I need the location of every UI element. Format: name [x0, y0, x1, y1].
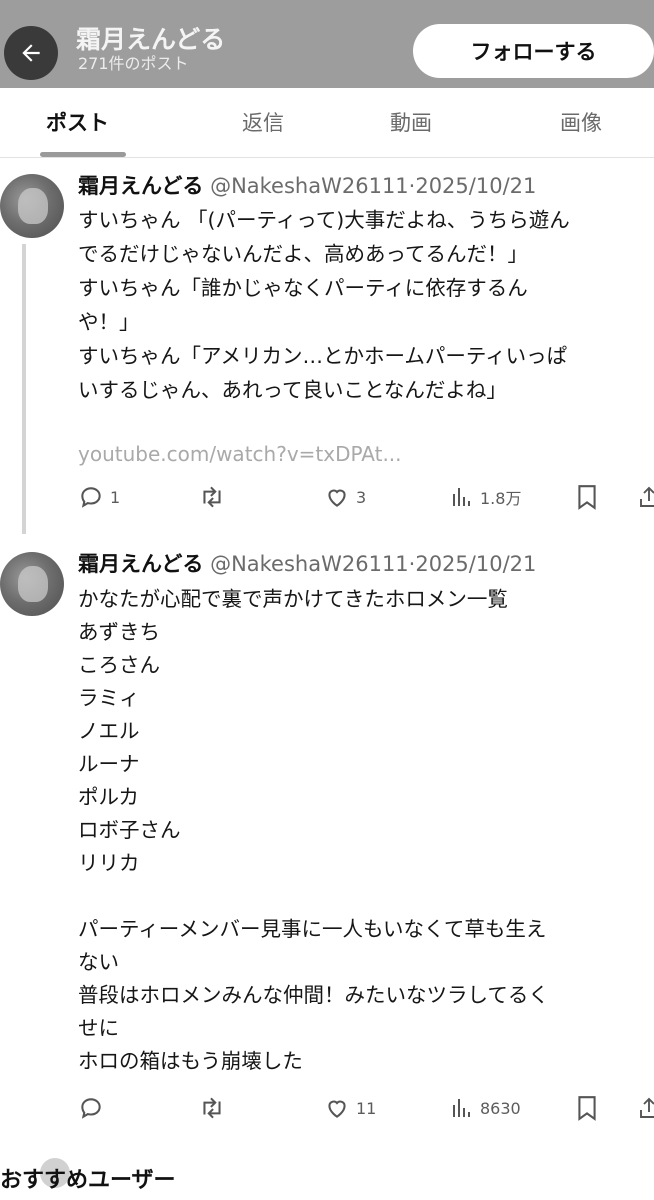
post-line: いするじゃん、あれって良いことなんだよね」 [78, 378, 507, 402]
bookmark-icon [578, 485, 596, 510]
bar-chart-icon [453, 1099, 470, 1117]
bookmark-icon [578, 1096, 596, 1121]
recommended-users-title: おすすめユーザー [0, 1168, 176, 1193]
thread-line [22, 244, 26, 534]
post-line: せに [78, 1016, 119, 1040]
post-line: かなたが心配で裏で声かけてきたホロメン一覧 [78, 587, 508, 611]
avatar[interactable] [0, 174, 64, 238]
post-item[interactable]: 霜月えんどる @NakeshaW26111·2025/10/21 かなたが心配で… [0, 550, 654, 1140]
bookmark-button[interactable] [576, 1093, 598, 1123]
view-count: 1.8万 [480, 489, 522, 508]
reply-button[interactable]: 1 [78, 482, 120, 512]
post-line: ホロの箱はもう崩壊した [78, 1049, 303, 1073]
arrow-left-icon [22, 44, 40, 62]
post-text: すいちゃん 「(パーティって)大事だよね、うちら遊ん でるだけじゃないんだよ、高… [78, 203, 648, 407]
repost-button[interactable] [198, 1093, 232, 1123]
post-line: パーティーメンバー見事に一人もいなくて草も生え [78, 917, 547, 941]
author-name[interactable]: 霜月えんどる [78, 174, 203, 198]
like-count: 3 [356, 487, 367, 507]
author-handle-date: @NakeshaW26111·2025/10/21 [210, 174, 537, 198]
follow-button[interactable]: フォローする [413, 24, 654, 78]
post-header: 霜月えんどる @NakeshaW26111·2025/10/21 [78, 550, 536, 578]
post-line: ノエル [78, 719, 140, 743]
reply-count: 1 [110, 487, 121, 507]
views-button[interactable]: 8630 [450, 1093, 521, 1123]
post-line: ロボ子さん [78, 818, 181, 842]
post-actions: 1 3 1.8万 [78, 482, 654, 512]
post-line: ポルカ [78, 785, 139, 809]
bar-chart-icon [453, 488, 470, 506]
post-line: ころさん [78, 653, 160, 677]
repost-icon [203, 486, 221, 508]
heart-icon [328, 1100, 346, 1118]
active-tab-indicator [40, 152, 126, 157]
like-button[interactable]: 3 [324, 482, 366, 512]
tab-posts[interactable]: ポスト [46, 108, 109, 138]
post-line: すいちゃん「誰かじゃなくパーティに依存するん [78, 276, 528, 300]
post-line: 普段はホロメンみんな仲間！みたいなツラしてるく [78, 983, 549, 1007]
like-button[interactable]: 11 [324, 1093, 376, 1123]
share-icon [640, 486, 654, 507]
tab-images[interactable]: 画像 [560, 108, 602, 138]
view-count: 8630 [480, 1098, 521, 1118]
repost-icon [203, 1097, 221, 1119]
post-line [78, 880, 648, 913]
post-line: あずきち [78, 620, 160, 644]
profile-header: 霜月えんどる 271件のポスト フォローする [0, 0, 654, 88]
share-icon [640, 1097, 654, 1118]
heart-icon [328, 489, 346, 507]
post-count: 271件のポスト [78, 54, 189, 73]
post-line: リリカ [78, 851, 140, 875]
post-link[interactable]: youtube.com/watch?v=txDPAt... [78, 440, 402, 468]
views-button[interactable]: 1.8万 [450, 482, 521, 512]
post-line: でるだけじゃないんだよ、高めあってるんだ！」 [78, 242, 528, 266]
repost-button[interactable] [198, 482, 232, 512]
post-line: すいちゃん 「(パーティって)大事だよね、うちら遊ん [78, 208, 570, 232]
tab-replies[interactable]: 返信 [242, 108, 284, 138]
reply-button[interactable] [78, 1093, 110, 1123]
tab-videos[interactable]: 動画 [390, 108, 432, 138]
profile-page: 霜月えんどる 271件のポスト フォローする ポスト 返信 動画 画像 霜月えん… [0, 0, 654, 1200]
bookmark-button[interactable] [576, 482, 598, 512]
post-text: かなたが心配で裏で声かけてきたホロメン一覧 あずきち ころさん ラミィ ノエル … [78, 583, 648, 1078]
reply-icon [81, 1098, 101, 1119]
avatar[interactable] [0, 552, 64, 616]
author-handle-date: @NakeshaW26111·2025/10/21 [210, 552, 537, 576]
post-line: や！」 [78, 310, 140, 334]
post-line: ルーナ [78, 752, 140, 776]
post-actions: 11 8630 [78, 1093, 654, 1123]
like-count: 11 [356, 1098, 377, 1118]
post-header: 霜月えんどる @NakeshaW26111·2025/10/21 [78, 172, 536, 200]
share-button[interactable] [638, 482, 654, 512]
post-line: ない [78, 950, 119, 974]
profile-name: 霜月えんどる [76, 25, 226, 54]
share-button[interactable] [638, 1093, 654, 1123]
post-line: すいちゃん「アメリカン…とかホームパーティいっぱ [78, 344, 568, 368]
back-button[interactable] [4, 26, 58, 80]
post-item[interactable]: 霜月えんどる @NakeshaW26111·2025/10/21 すいちゃん 「… [0, 172, 654, 542]
reply-icon [81, 487, 101, 508]
author-name[interactable]: 霜月えんどる [78, 552, 203, 576]
profile-tabs: ポスト 返信 動画 画像 [0, 88, 654, 158]
post-line: ラミィ [78, 686, 140, 710]
